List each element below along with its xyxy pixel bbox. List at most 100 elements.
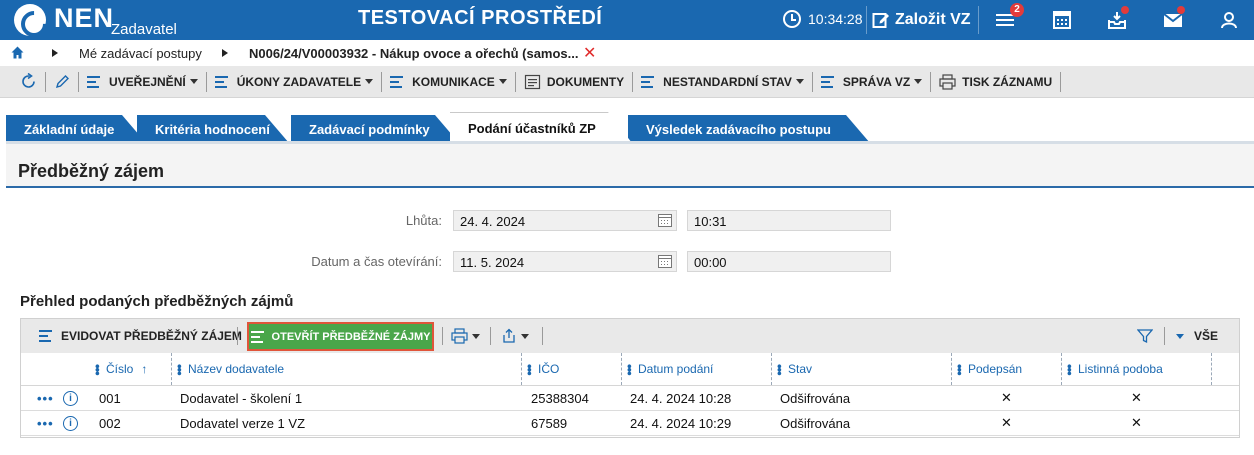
top-bar: NEN Zadavatel TESTOVACÍ PROSTŘEDÍ 10:34:… [0, 0, 1254, 40]
toolbar-communication[interactable]: KOMUNIKACE [384, 66, 513, 98]
home-icon[interactable] [11, 46, 24, 59]
toolbar-vz-management-label: SPRÁVA VZ [842, 74, 911, 89]
overview-title: Přehled podaných předběžných zájmů [20, 293, 294, 310]
toolbar-divider [514, 71, 516, 92]
column-ico-label: IČO [538, 362, 560, 376]
row-info-icon[interactable]: i [63, 386, 78, 410]
column-paper-form-label: Listinná podoba [1078, 362, 1163, 376]
caret-down-icon [1176, 333, 1184, 339]
deadline-time-field[interactable]: 10:31 [687, 210, 891, 231]
toolbar-divider [930, 71, 932, 92]
edit-button[interactable] [48, 66, 76, 98]
column-signed-label: Podepsán [968, 362, 1023, 376]
column-signed[interactable]: ••• Podepsán [952, 353, 1023, 385]
calendar-icon[interactable] [658, 214, 672, 227]
user-icon[interactable] [1217, 8, 1241, 32]
create-vz-label: Založit VZ [895, 11, 971, 28]
filter-button[interactable] [1137, 319, 1153, 353]
clock-icon [783, 10, 801, 28]
sort-ascending-icon: ↑ [141, 362, 148, 376]
breadcrumb-my-procedures[interactable]: Mé zadávací postupy [79, 46, 202, 61]
column-state[interactable]: ••• Stav [772, 353, 813, 385]
calculator-icon[interactable] [1050, 8, 1074, 32]
caret-down-icon [365, 79, 374, 84]
list-action-icon [250, 330, 267, 344]
row-menu-icon[interactable]: ••• [37, 411, 54, 435]
column-ico[interactable]: ••• IČO [522, 353, 560, 385]
column-menu-icon[interactable]: ••• [90, 364, 105, 375]
action-toolbar: UVEŘEJNĚNÍ ÚKONY ZADAVATELE KOMUNIKACE D… [0, 66, 1254, 98]
opening-time-field[interactable]: 00:00 [687, 251, 891, 272]
calendar-icon[interactable] [658, 255, 672, 268]
column-number-label: Číslo [106, 362, 134, 376]
column-supplier-name[interactable]: ••• Název dodavatele [172, 353, 284, 385]
cell-signed: ✕ [1001, 390, 1012, 405]
header-divider [978, 6, 979, 34]
logo-text[interactable]: NEN [54, 3, 114, 34]
toolbar-publish[interactable]: UVEŘEJNĚNÍ [81, 66, 204, 98]
column-menu-icon[interactable]: ••• [622, 364, 637, 375]
menu-icon[interactable]: 2 [994, 3, 1024, 32]
toolbar-contracting-actions[interactable]: ÚKONY ZADAVATELE [209, 66, 379, 98]
cell-state: Odšifrována [780, 415, 851, 431]
deadline-label: Lhůta: [405, 213, 442, 228]
column-menu-icon[interactable]: ••• [772, 364, 787, 375]
row-info-icon[interactable]: i [63, 411, 78, 435]
close-icon[interactable]: ✕ [583, 43, 596, 63]
grid-toolbar-divider [542, 327, 543, 345]
nen-logo-icon[interactable] [14, 4, 46, 36]
column-menu-icon[interactable]: ••• [522, 364, 537, 375]
breadcrumb-current-procedure[interactable]: N006/24/V00003932 - Nákup ovoce a ořechů… [249, 46, 579, 61]
caret-down-icon [914, 79, 923, 84]
tab-tender-conditions[interactable]: Zadávací podmínky [291, 115, 459, 143]
logo-subtitle: Zadavatel [111, 21, 177, 38]
environment-title: TESTOVACÍ PROSTŘEDÍ [358, 7, 603, 29]
list-action-icon [820, 75, 837, 89]
table-row[interactable]: ••• i 001 Dodavatel - školení 1 25388304… [21, 386, 1239, 411]
caret-down-icon [472, 333, 480, 339]
table-row[interactable]: ••• i 002 Dodavatel verze 1 VZ 67589 24.… [21, 411, 1239, 436]
toolbar-nonstandard-state[interactable]: NESTANDARDNÍ STAV [635, 66, 810, 98]
cell-supplier: Dodavatel verze 1 VZ [180, 415, 306, 431]
column-state-label: Stav [788, 362, 813, 376]
column-menu-icon[interactable]: ••• [1062, 364, 1077, 375]
toolbar-contracting-actions-label: ÚKONY ZADAVATELE [236, 74, 362, 89]
refresh-icon [22, 73, 35, 88]
inbox-badge [1121, 6, 1129, 14]
open-preliminary-interests-label: OTEVŘÍT PŘEDBĚŽNÉ ZÁJMY [271, 330, 431, 343]
grid-toolbar-divider [442, 327, 443, 345]
opening-date-field[interactable]: 11. 5. 2024 [453, 251, 677, 272]
deadline-date-field[interactable]: 24. 4. 2024 [453, 210, 677, 231]
cell-submitted: 24. 4. 2024 10:29 [630, 415, 732, 431]
view-all-dropdown[interactable]: VŠE [1176, 319, 1218, 353]
mail-icon[interactable] [1161, 6, 1185, 32]
tab-evaluation-criteria[interactable]: Kritéria hodnocení [137, 115, 289, 143]
column-submitted[interactable]: ••• Datum podání [622, 353, 713, 385]
tab-basic-info[interactable]: Základní údaje [6, 115, 146, 143]
breadcrumb: Mé zadávací postupy N006/24/V00003932 - … [0, 40, 1254, 66]
row-menu-icon[interactable]: ••• [37, 386, 54, 410]
document-icon [524, 74, 540, 89]
column-menu-icon[interactable]: ••• [952, 364, 967, 375]
opening-datetime-label: Datum a čas otevírání: [311, 254, 442, 269]
export-icon [503, 328, 515, 343]
toolbar-documents[interactable]: DOKUMENTY [518, 66, 630, 98]
column-menu-icon[interactable]: ••• [172, 364, 187, 375]
open-preliminary-interests-button[interactable]: OTEVŘÍT PŘEDBĚŽNÉ ZÁJMY [247, 322, 434, 351]
create-vz-button[interactable]: Založit VZ [872, 6, 971, 34]
column-paper-form[interactable]: ••• Listinná podoba [1062, 353, 1163, 385]
tab-procedure-result[interactable]: Výsledek zadávacího postupu [628, 115, 870, 143]
toolbar-vz-management[interactable]: SPRÁVA VZ [815, 66, 928, 98]
refresh-button[interactable] [14, 66, 43, 98]
caret-down-icon [521, 333, 529, 339]
inbox-icon[interactable] [1105, 6, 1129, 32]
pencil-icon [55, 74, 69, 88]
toolbar-print-record[interactable]: TISK ZÁZNAMU [933, 66, 1058, 98]
print-dropdown-button[interactable] [451, 319, 480, 353]
list-action-icon [87, 75, 103, 89]
column-number[interactable]: ••• Číslo ↑ [90, 353, 148, 385]
register-interest-button[interactable]: EVIDOVAT PŘEDBĚŽNÝ ZÁJEM [39, 319, 242, 353]
section-title: Předběžný zájem [18, 161, 165, 181]
export-dropdown-button[interactable] [501, 319, 529, 353]
tab-participant-submissions[interactable]: Podání účastníků ZP [450, 112, 632, 143]
